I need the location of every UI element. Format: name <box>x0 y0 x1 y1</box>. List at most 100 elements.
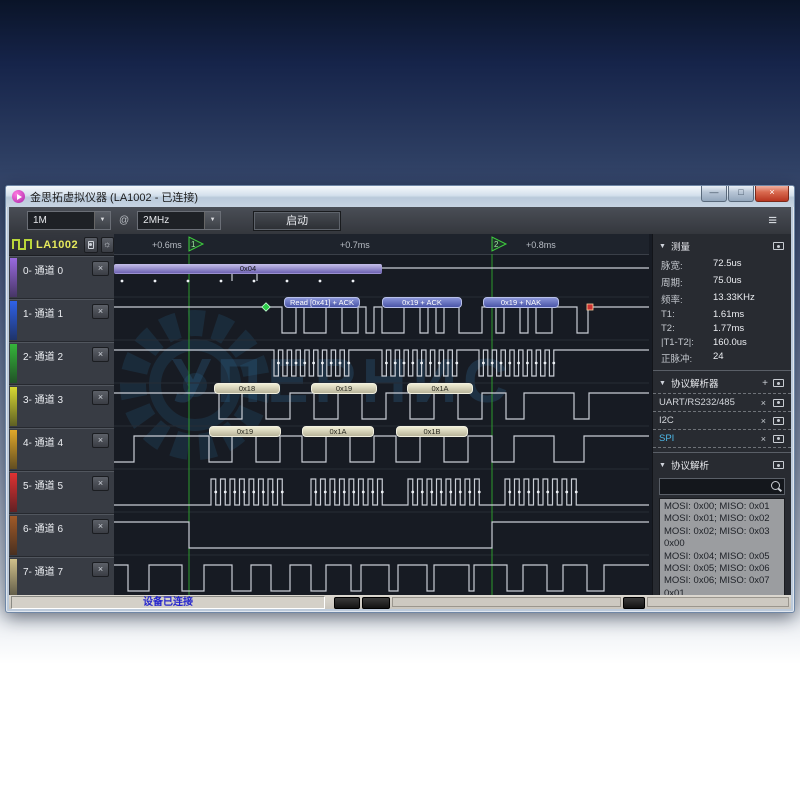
close-icon[interactable]: × <box>92 390 109 405</box>
list-item[interactable]: MOSI: 0x05; MISO: 0x06 <box>664 563 784 575</box>
i2c-decode-tag[interactable]: 0x19 + ACK <box>382 297 462 308</box>
camera-icon[interactable] <box>772 398 785 408</box>
data-decode-tag[interactable]: 0x19 <box>311 383 377 394</box>
remove-icon[interactable]: × <box>761 416 766 426</box>
measure-label: 周期: <box>661 275 713 289</box>
panel-scrollbar[interactable] <box>647 597 789 607</box>
i2c-decode-tag[interactable]: Read [0x41] + ACK <box>284 297 360 308</box>
menu-icon[interactable]: ≡ <box>768 213 777 228</box>
camera-icon[interactable] <box>772 241 785 251</box>
channel-row-0[interactable]: 0- 通道 0 × <box>9 256 114 299</box>
scrollbar-thumb[interactable] <box>623 597 645 609</box>
close-icon[interactable]: × <box>92 433 109 448</box>
waveform-viewport[interactable]: +0.6ms +0.7ms +0.8ms 1 2 УПЕРНИС <box>114 234 649 595</box>
at-separator: @ <box>119 215 129 226</box>
zoom-out-button[interactable] <box>334 597 360 609</box>
title-bar[interactable]: 金思拓虚拟仪器 (LA1002 - 已连接) — □ × <box>6 186 794 207</box>
decoder-item-i2c[interactable]: I2C × <box>653 412 791 430</box>
list-item[interactable]: MOSI: 0x04; MISO: 0x05 <box>664 551 784 563</box>
channel-row-3[interactable]: 3- 通道 3 × <box>9 385 114 428</box>
screenshot-button[interactable] <box>84 237 97 253</box>
camera-icon[interactable] <box>772 434 785 444</box>
list-item[interactable]: MOSI: 0x06; MISO: 0x07 <box>664 575 784 587</box>
measure-label: 脉宽: <box>661 258 713 272</box>
channel-color-stripe <box>10 387 17 426</box>
decoder-item-uart[interactable]: UART/RS232/485 × <box>653 393 791 412</box>
channel-row-7[interactable]: 7- 通道 7 × <box>9 557 114 595</box>
list-item[interactable]: MOSI: 0x01; MISO: 0x02 <box>664 513 784 525</box>
list-item[interactable]: MOSI: 0x00; MISO: 0x01 <box>664 501 784 513</box>
time-ruler[interactable]: +0.6ms +0.7ms +0.8ms 1 2 <box>114 234 649 255</box>
analysis-section-header[interactable]: ▼ 协议解析 <box>653 453 791 475</box>
camera-icon[interactable] <box>772 460 785 470</box>
cursor-flag-2-label: 2 <box>494 240 499 249</box>
device-header: LA1002 ☼ <box>9 234 114 256</box>
collapse-arrow-icon[interactable]: ▼ <box>659 462 666 469</box>
list-item[interactable]: 0x00 <box>664 538 784 550</box>
sample-depth-value: 1M <box>28 215 94 226</box>
close-icon[interactable]: × <box>92 519 109 534</box>
data-decode-tag[interactable]: 0x19 <box>209 426 281 437</box>
close-icon[interactable]: × <box>92 261 109 276</box>
channel-row-6[interactable]: 6- 通道 6 × <box>9 514 114 557</box>
collapse-arrow-icon[interactable]: ▼ <box>659 380 666 387</box>
channel-row-2[interactable]: 2- 通道 2 × <box>9 342 114 385</box>
squarewave-logo-icon <box>12 237 32 252</box>
close-icon[interactable]: × <box>92 562 109 577</box>
channel-row-4[interactable]: 4- 通道 4 × <box>9 428 114 471</box>
decoder-item-spi[interactable]: SPI × <box>653 430 791 448</box>
add-decoder-icon[interactable]: + <box>762 378 768 389</box>
channel-label: 0- 通道 0 <box>23 262 63 277</box>
search-input[interactable] <box>659 478 785 495</box>
settings-gear-icon[interactable]: ☼ <box>101 237 114 253</box>
horizontal-scrollbar[interactable] <box>392 597 621 607</box>
start-button[interactable]: 启动 <box>253 211 341 231</box>
channel-color-stripe <box>10 301 17 340</box>
analysis-title: 协议解析 <box>671 458 709 472</box>
list-item[interactable]: MOSI: 0x02; MISO: 0x03 <box>664 526 784 538</box>
main-area: LA1002 ☼ 0- 通道 0 × 1- 通道 1 × 2- 通道 2 × <box>9 234 791 595</box>
cursor-flag-1-label: 1 <box>191 240 196 249</box>
row-separators <box>114 297 649 555</box>
channel-row-1[interactable]: 1- 通道 1 × <box>9 299 114 342</box>
collapse-arrow-icon[interactable]: ▼ <box>659 243 666 250</box>
analysis-result-list[interactable]: MOSI: 0x00; MISO: 0x01 MOSI: 0x01; MISO:… <box>659 498 785 595</box>
zoom-in-button[interactable] <box>362 597 390 609</box>
camera-icon[interactable] <box>772 378 785 388</box>
close-icon[interactable]: × <box>92 304 109 319</box>
data-decode-tag[interactable]: 0x18 <box>214 383 280 394</box>
chevron-down-icon[interactable]: ▼ <box>204 212 220 229</box>
minimize-button[interactable]: — <box>701 186 727 202</box>
close-icon[interactable]: × <box>92 347 109 362</box>
close-icon[interactable]: × <box>92 476 109 491</box>
channel-label: 3- 通道 3 <box>23 391 63 406</box>
maximize-button[interactable]: □ <box>728 186 754 202</box>
chevron-down-icon[interactable]: ▼ <box>94 212 110 229</box>
channel-label: 7- 通道 7 <box>23 563 63 578</box>
list-item[interactable]: 0x01 <box>664 588 784 595</box>
end-marker[interactable] <box>587 304 593 310</box>
remove-icon[interactable]: × <box>761 398 766 408</box>
data-decode-tag[interactable]: 0x1A <box>302 426 374 437</box>
measure-label: 频率: <box>661 292 713 306</box>
channel-label: 2- 通道 2 <box>23 348 63 363</box>
measure-title: 测量 <box>671 239 690 253</box>
i2c-decode-tag[interactable]: 0x19 + NAK <box>483 297 559 308</box>
sample-depth-select[interactable]: 1M ▼ <box>27 211 111 230</box>
data-decode-tag[interactable]: 0x1A <box>407 383 473 394</box>
data-decode-tag[interactable]: 0x1B <box>396 426 468 437</box>
start-marker[interactable] <box>262 303 270 311</box>
remove-icon[interactable]: × <box>761 434 766 444</box>
camera-icon[interactable] <box>772 416 785 426</box>
channel-color-stripe <box>10 559 17 595</box>
ch6-waveform <box>114 522 649 548</box>
measure-value: 13.33KHz <box>713 292 755 306</box>
decoders-section-header[interactable]: ▼ 协议解析器 + <box>653 371 791 393</box>
measure-section-header[interactable]: ▼ 测量 <box>653 234 791 256</box>
channel-row-5[interactable]: 5- 通道 5 × <box>9 471 114 514</box>
sample-rate-select[interactable]: 2MHz ▼ <box>137 211 221 230</box>
measure-value: 1.61ms <box>713 309 744 320</box>
decoded-frame-tag[interactable]: 0x04 <box>114 264 382 274</box>
measure-row: 正脉冲:24 <box>653 349 791 366</box>
close-button[interactable]: × <box>755 186 789 202</box>
